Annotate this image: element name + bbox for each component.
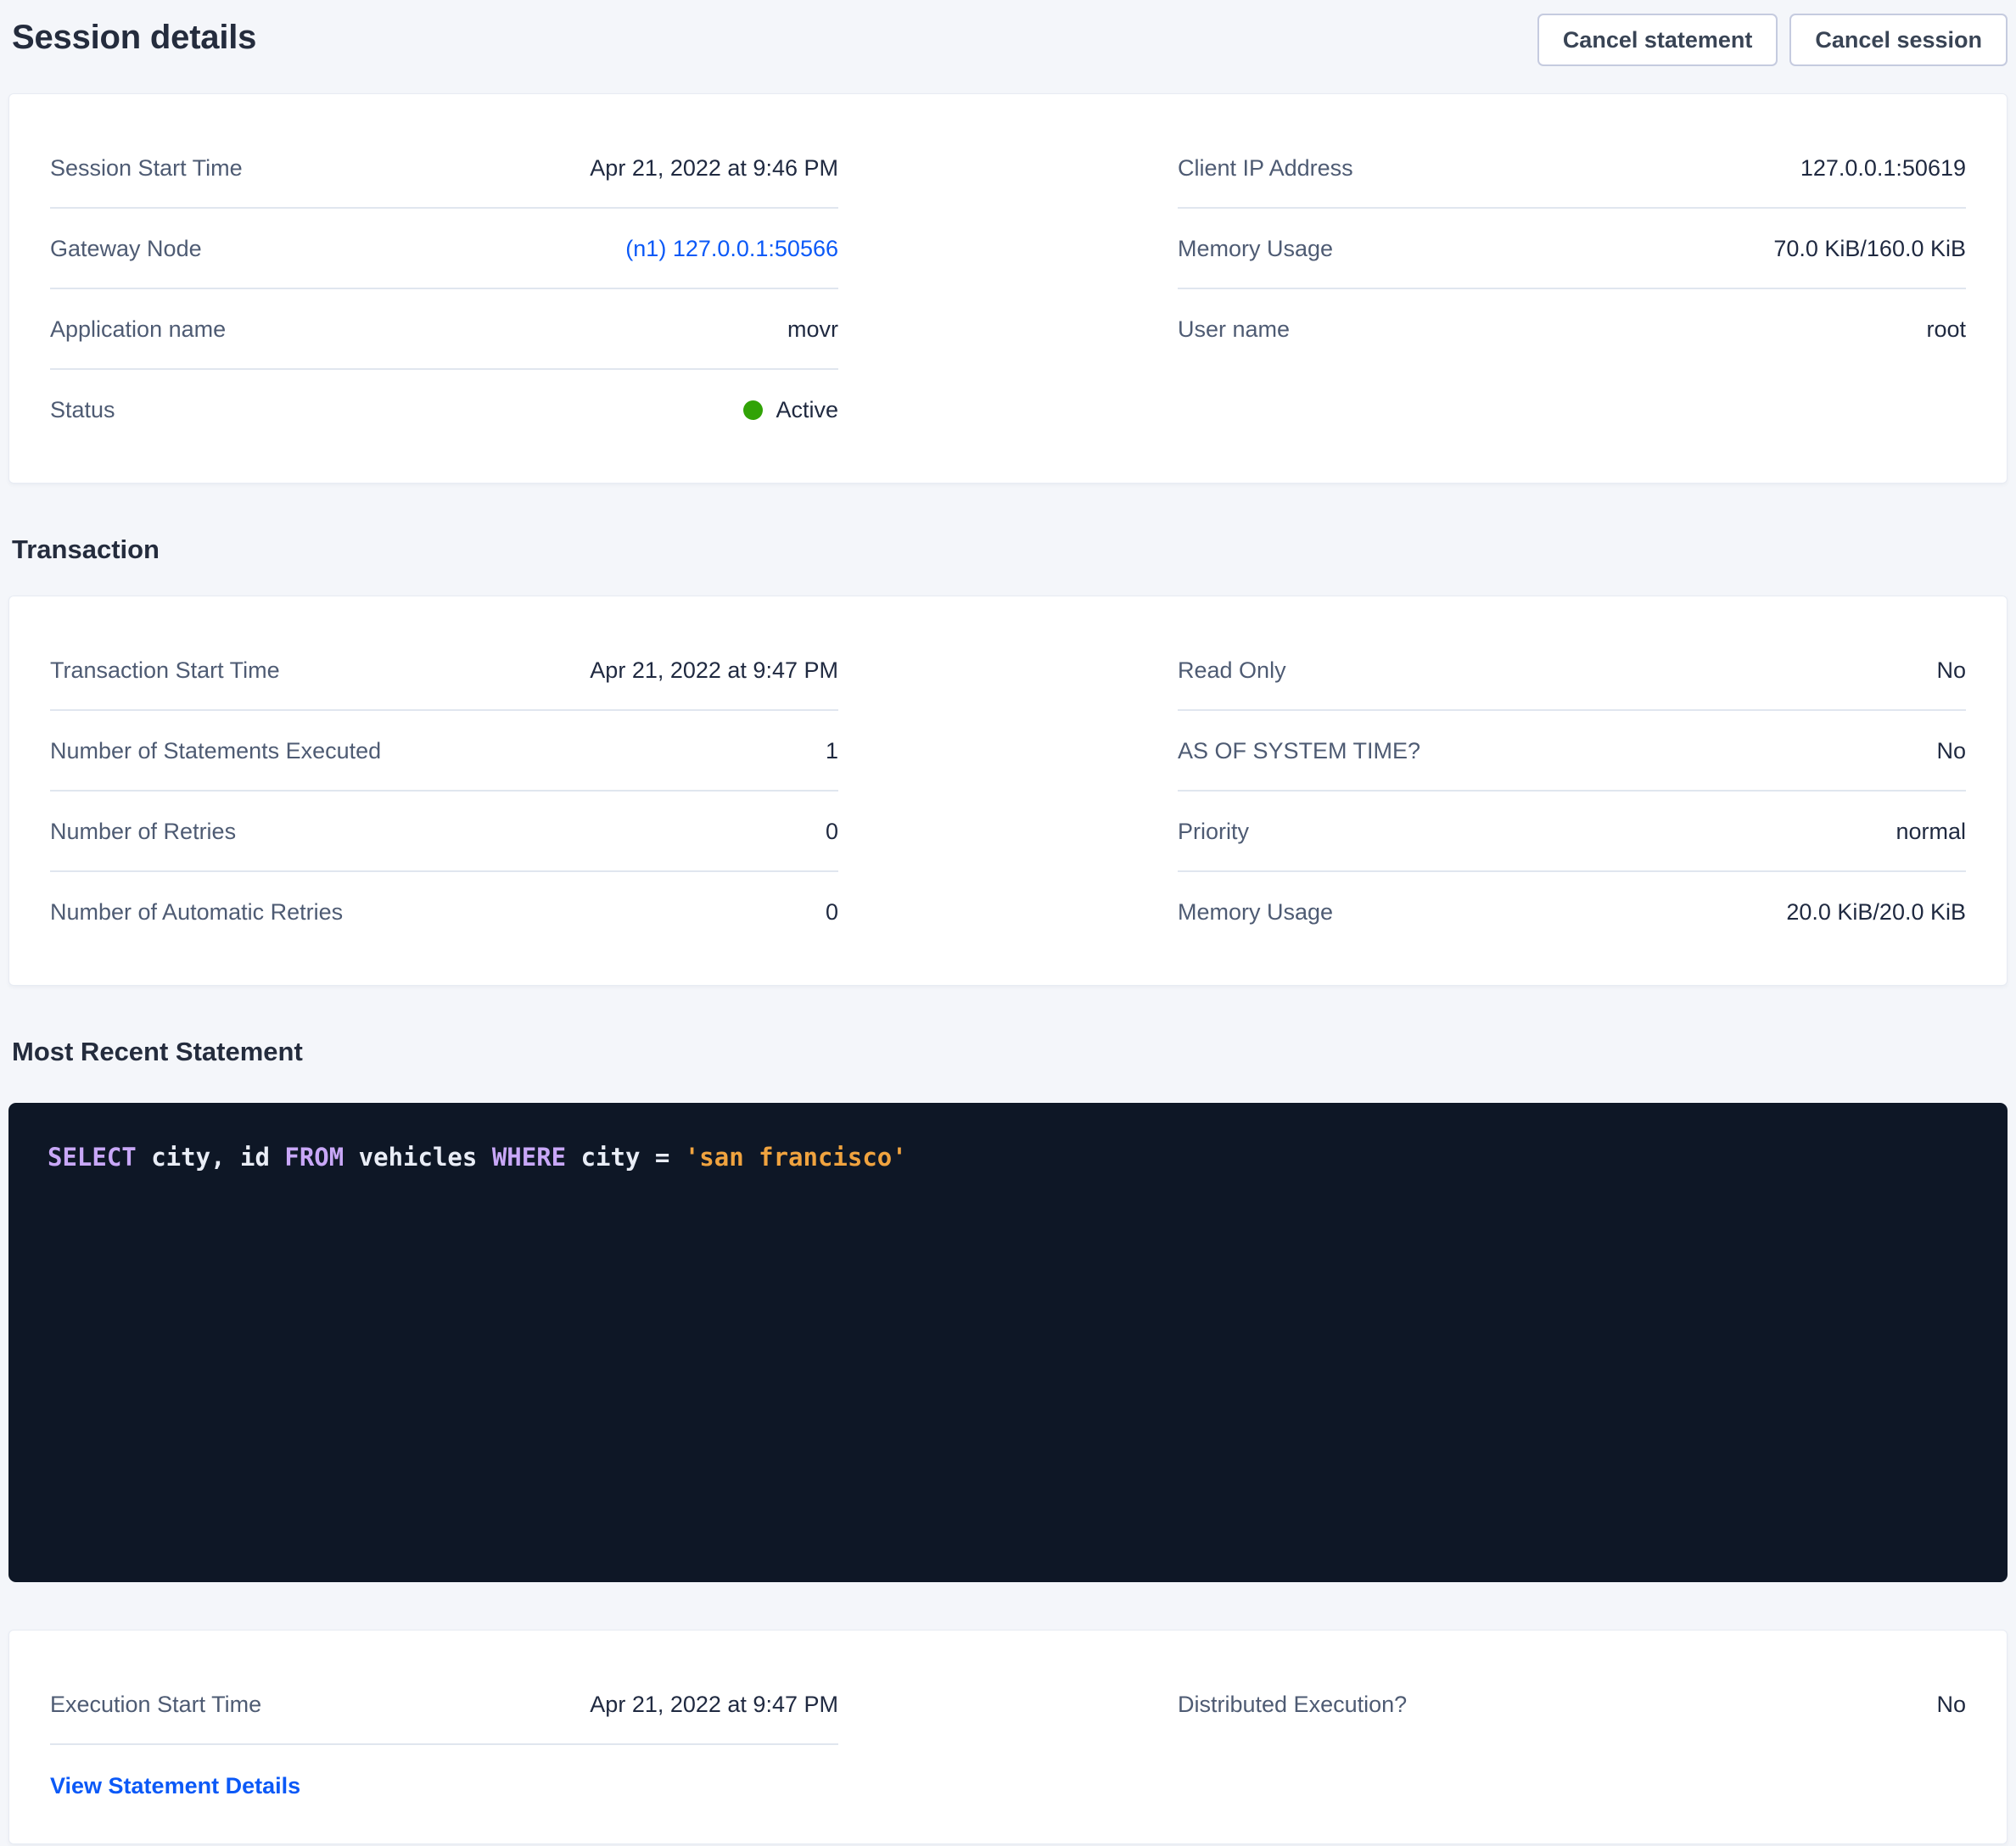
row-label: Status <box>50 394 115 425</box>
session-details-page: Session details Cancel statement Cancel … <box>0 0 2016 1846</box>
cancel-statement-button[interactable]: Cancel statement <box>1537 14 1778 66</box>
sql-identifier: city = <box>566 1143 685 1172</box>
gateway-node-link[interactable]: (n1) 127.0.0.1:50566 <box>625 233 838 264</box>
row-value: movr <box>787 314 838 344</box>
header-actions: Cancel statement Cancel session <box>1537 14 2008 66</box>
retries-row: Number of Retries 0 <box>50 792 838 872</box>
row-label: Number of Retries <box>50 816 236 847</box>
transaction-card: Transaction Start Time Apr 21, 2022 at 9… <box>8 596 2008 986</box>
row-value: Apr 21, 2022 at 9:46 PM <box>590 153 838 183</box>
execution-grid: Execution Start Time Apr 21, 2022 at 9:4… <box>50 1664 1966 1806</box>
row-value: No <box>1936 1689 1966 1720</box>
row-value: Apr 21, 2022 at 9:47 PM <box>590 1689 838 1720</box>
row-value: 70.0 KiB/160.0 KiB <box>1773 233 1966 264</box>
execution-start-time-row: Execution Start Time Apr 21, 2022 at 9:4… <box>50 1664 838 1745</box>
automatic-retries-row: Number of Automatic Retries 0 <box>50 872 838 951</box>
status-label: Active <box>776 394 838 425</box>
status-badge: Active <box>743 394 838 425</box>
row-label: Read Only <box>1178 655 1286 685</box>
session-memory-usage-row: Memory Usage 70.0 KiB/160.0 KiB <box>1178 209 1966 289</box>
statements-executed-row: Number of Statements Executed 1 <box>50 711 838 792</box>
sql-code-block: SELECT city, id FROM vehicles WHERE city… <box>8 1103 2008 1582</box>
row-value: 0 <box>826 816 838 847</box>
row-value: 0 <box>826 897 838 927</box>
row-value: 20.0 KiB/20.0 KiB <box>1786 897 1966 927</box>
row-value: 1 <box>826 736 838 766</box>
sql-string-literal: 'san francisco' <box>685 1143 907 1172</box>
row-label: Application name <box>50 314 226 344</box>
row-label: Client IP Address <box>1178 153 1353 183</box>
page-header: Session details Cancel statement Cancel … <box>8 14 2008 68</box>
gateway-node-row: Gateway Node (n1) 127.0.0.1:50566 <box>50 209 838 289</box>
as-of-system-time-row: AS OF SYSTEM TIME? No <box>1178 711 1966 792</box>
execution-left-column: Execution Start Time Apr 21, 2022 at 9:4… <box>50 1664 838 1806</box>
read-only-row: Read Only No <box>1178 630 1966 711</box>
status-active-dot-icon <box>743 400 763 420</box>
row-label: Number of Automatic Retries <box>50 897 343 927</box>
row-value: Apr 21, 2022 at 9:47 PM <box>590 655 838 685</box>
row-label: Gateway Node <box>50 233 202 264</box>
priority-row: Priority normal <box>1178 792 1966 872</box>
execution-card: Execution Start Time Apr 21, 2022 at 9:4… <box>8 1630 2008 1844</box>
transaction-start-time-row: Transaction Start Time Apr 21, 2022 at 9… <box>50 630 838 711</box>
transaction-right-column: Read Only No AS OF SYSTEM TIME? No Prior… <box>1178 630 1966 951</box>
transaction-left-column: Transaction Start Time Apr 21, 2022 at 9… <box>50 630 838 951</box>
row-label: Priority <box>1178 816 1249 847</box>
row-value: No <box>1936 655 1966 685</box>
client-ip-row: Client IP Address 127.0.0.1:50619 <box>1178 128 1966 209</box>
row-label: User name <box>1178 314 1290 344</box>
application-name-row: Application name movr <box>50 289 838 370</box>
transaction-grid: Transaction Start Time Apr 21, 2022 at 9… <box>50 630 1966 951</box>
row-label: Execution Start Time <box>50 1689 261 1720</box>
status-row: Status Active <box>50 370 838 449</box>
row-label: Number of Statements Executed <box>50 736 381 766</box>
view-statement-details-row: View Statement Details <box>50 1745 838 1806</box>
most-recent-statement-heading: Most Recent Statement <box>12 1035 2008 1069</box>
transaction-section-heading: Transaction <box>12 533 2008 567</box>
row-label: Transaction Start Time <box>50 655 280 685</box>
session-summary-left-column: Session Start Time Apr 21, 2022 at 9:46 … <box>50 128 838 449</box>
sql-identifier: vehicles <box>344 1143 492 1172</box>
session-summary-card: Session Start Time Apr 21, 2022 at 9:46 … <box>8 93 2008 484</box>
transaction-memory-usage-row: Memory Usage 20.0 KiB/20.0 KiB <box>1178 872 1966 951</box>
view-statement-details-link[interactable]: View Statement Details <box>50 1773 300 1798</box>
session-start-time-row: Session Start Time Apr 21, 2022 at 9:46 … <box>50 128 838 209</box>
sql-keyword: FROM <box>284 1143 344 1172</box>
row-value: root <box>1926 314 1966 344</box>
sql-keyword: SELECT <box>48 1143 137 1172</box>
user-name-row: User name root <box>1178 289 1966 368</box>
row-value: No <box>1936 736 1966 766</box>
page-title: Session details <box>12 15 256 59</box>
row-label: Memory Usage <box>1178 897 1333 927</box>
row-value: 127.0.0.1:50619 <box>1800 153 1966 183</box>
session-summary-right-column: Client IP Address 127.0.0.1:50619 Memory… <box>1178 128 1966 368</box>
row-label: Session Start Time <box>50 153 243 183</box>
execution-right-column: Distributed Execution? No <box>1178 1664 1966 1743</box>
session-summary-grid: Session Start Time Apr 21, 2022 at 9:46 … <box>50 128 1966 449</box>
row-value: normal <box>1896 816 1966 847</box>
row-label: Distributed Execution? <box>1178 1689 1407 1720</box>
distributed-execution-row: Distributed Execution? No <box>1178 1664 1966 1743</box>
sql-keyword: WHERE <box>492 1143 566 1172</box>
sql-identifier: city, id <box>137 1143 285 1172</box>
row-label: Memory Usage <box>1178 233 1333 264</box>
sql-statement: SELECT city, id FROM vehicles WHERE city… <box>48 1140 1968 1174</box>
cancel-session-button[interactable]: Cancel session <box>1789 14 2008 66</box>
row-label: AS OF SYSTEM TIME? <box>1178 736 1420 766</box>
